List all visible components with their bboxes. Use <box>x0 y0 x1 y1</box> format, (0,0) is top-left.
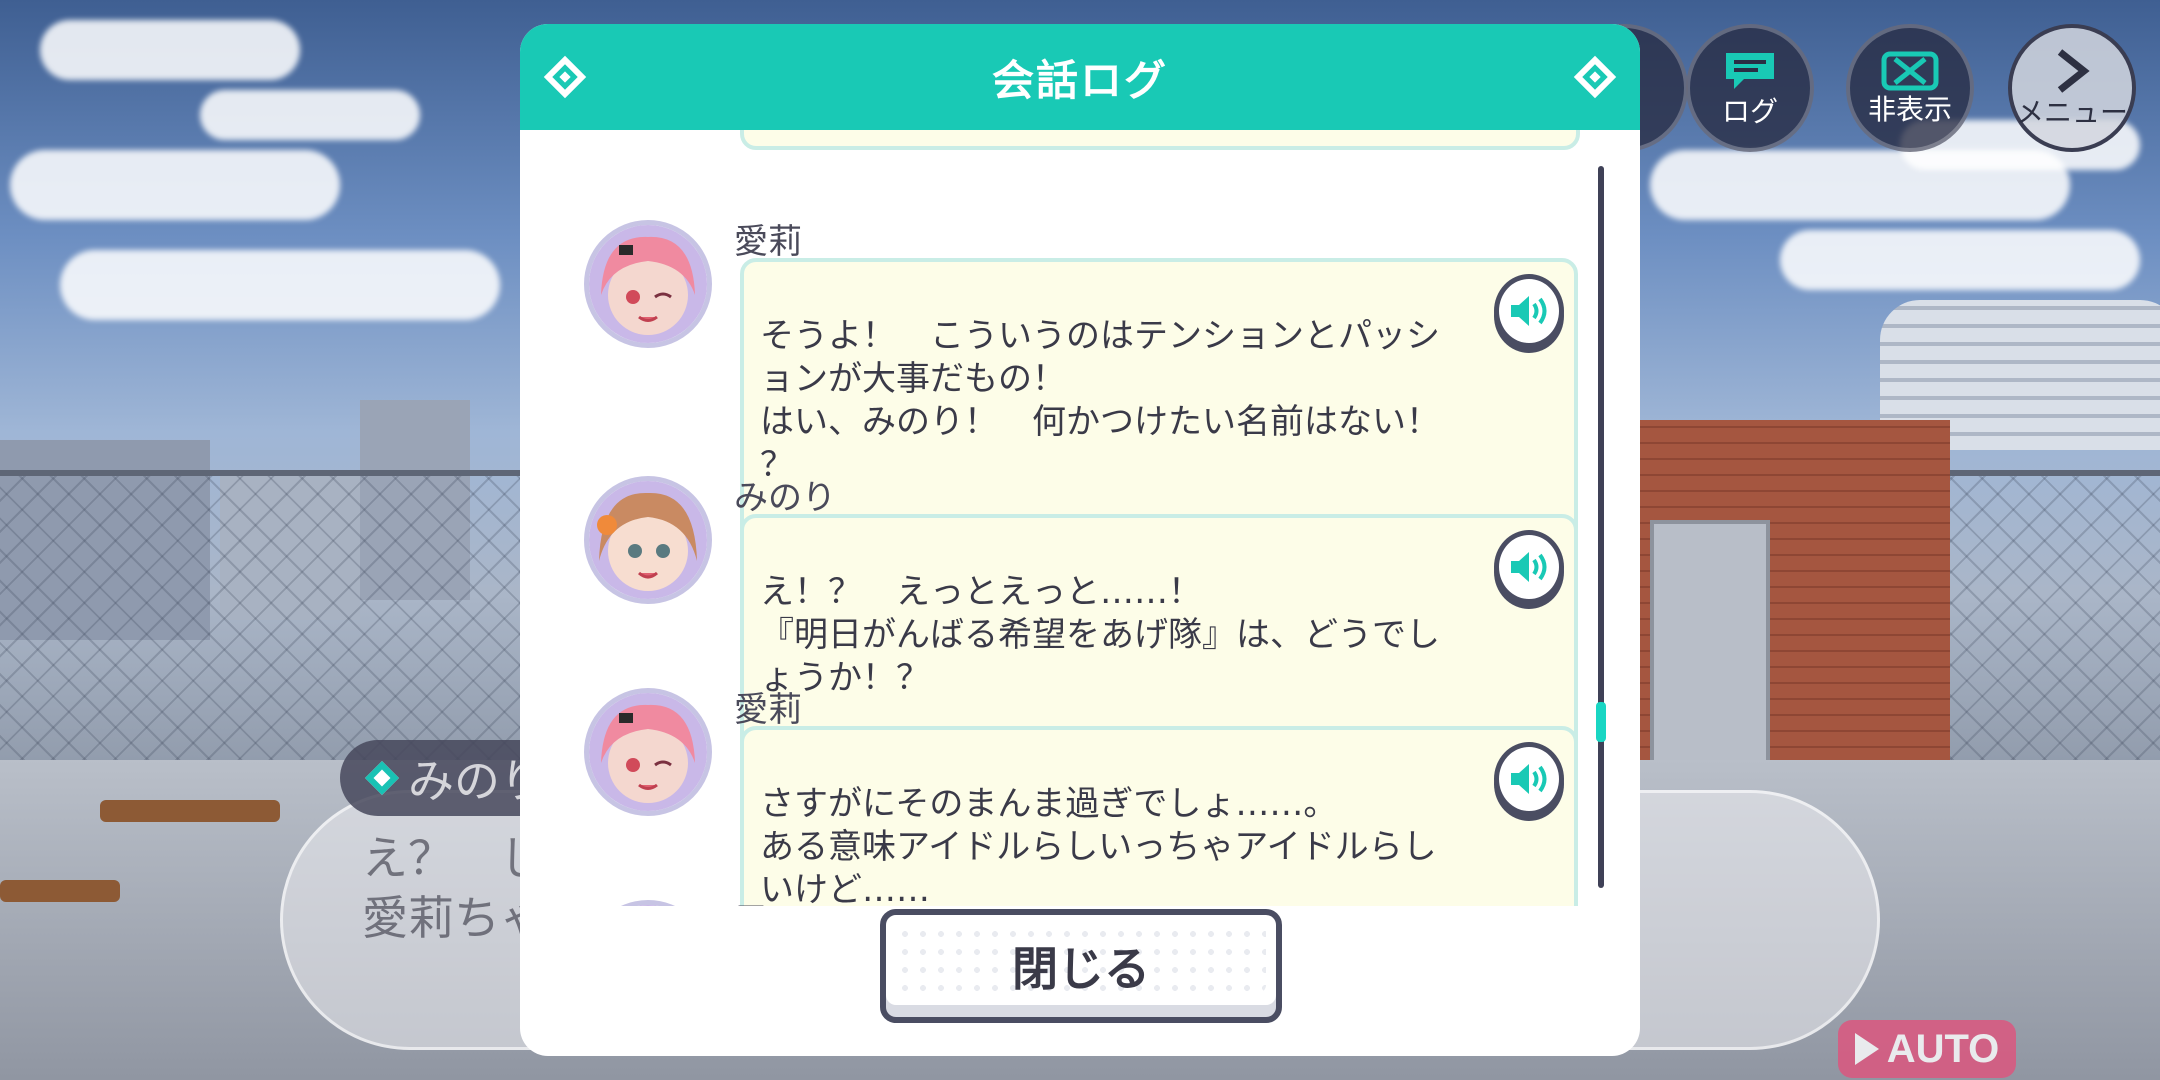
voice-play-button[interactable] <box>1494 530 1564 604</box>
speech-bubble-icon <box>1726 53 1774 89</box>
voice-play-button[interactable] <box>1494 742 1564 816</box>
voice-play-button[interactable] <box>1494 274 1564 348</box>
close-button[interactable]: 閉じる <box>880 909 1282 1023</box>
speaker-icon <box>1511 552 1547 582</box>
close-label: 閉じる <box>1012 942 1150 996</box>
conversation-log-modal: 会話ログ 愛莉 そうよ！ こういうのはテンションとパッシ ョンが大事だもの！ は… <box>520 24 1640 1056</box>
log-label: ログ <box>1721 95 1778 128</box>
speaker-icon <box>1511 764 1547 794</box>
log-list[interactable]: 愛莉 そうよ！ こういうのはテンションとパッシ ョンが大事だもの！ はい、みのり… <box>520 130 1640 906</box>
hide-label: 非表示 <box>1867 93 1952 126</box>
speaker-name: みのり <box>734 478 836 518</box>
diamond-icon <box>543 55 587 99</box>
dialogue-text: そうよ！ こういうのはテンションとパッシ ョンが大事だもの！ はい、みのり！ 何… <box>760 316 1440 485</box>
hide-button[interactable]: 非表示 <box>1846 24 1974 152</box>
menu-button[interactable]: メニュー <box>2008 24 2136 152</box>
speaker-icon <box>1511 296 1547 326</box>
speaker-name: 愛莉 <box>734 222 802 262</box>
speaker-name: 愛莉 <box>734 690 802 730</box>
dialogue-bubble: え！？ えっとえっと……！ 『明日がんばる希望をあげ隊』は、どうでし ょうか！？ <box>740 514 1578 757</box>
modal-title: 会話ログ <box>991 55 1168 105</box>
avatar <box>584 688 712 816</box>
modal-header: 会話ログ <box>520 24 1640 130</box>
hide-window-icon <box>1881 51 1939 91</box>
diamond-icon <box>1573 55 1617 99</box>
dialogue-text: え！？ えっとえっと……！ 『明日がんばる希望をあげ隊』は、どうでし ょうか！？ <box>760 572 1440 698</box>
avatar <box>584 220 712 348</box>
dialogue-text: さすがにそのまんま過ぎでしょ……。 ある意味アイドルらしいっちゃアイドルらし い… <box>760 784 1437 906</box>
avatar <box>584 900 712 906</box>
avatar <box>584 476 712 604</box>
dialogue-bubble: そうよ！ こういうのはテンションとパッシ ョンが大事だもの！ はい、みのり！ 何… <box>740 258 1578 544</box>
scrollbar[interactable] <box>1596 166 1606 888</box>
speaker-name: 雫 <box>734 894 768 906</box>
scroll-thumb[interactable] <box>1596 702 1606 742</box>
diamond-icon <box>365 761 399 795</box>
log-button[interactable]: ログ <box>1686 24 1814 152</box>
menu-label: メニュー <box>2015 96 2128 129</box>
auto-label: AUTO <box>1886 1026 2000 1071</box>
auto-button[interactable]: AUTO <box>1838 1020 2016 1078</box>
chevron-right-icon <box>2057 49 2090 93</box>
play-icon <box>1854 1033 1879 1065</box>
previous-bubble <box>740 130 1580 150</box>
background-dialogue-text: え？ じ 愛莉ちゃ <box>362 831 546 945</box>
dialogue-bubble: さすがにそのまんま過ぎでしょ……。 ある意味アイドルらしいっちゃアイドルらし い… <box>740 726 1578 906</box>
